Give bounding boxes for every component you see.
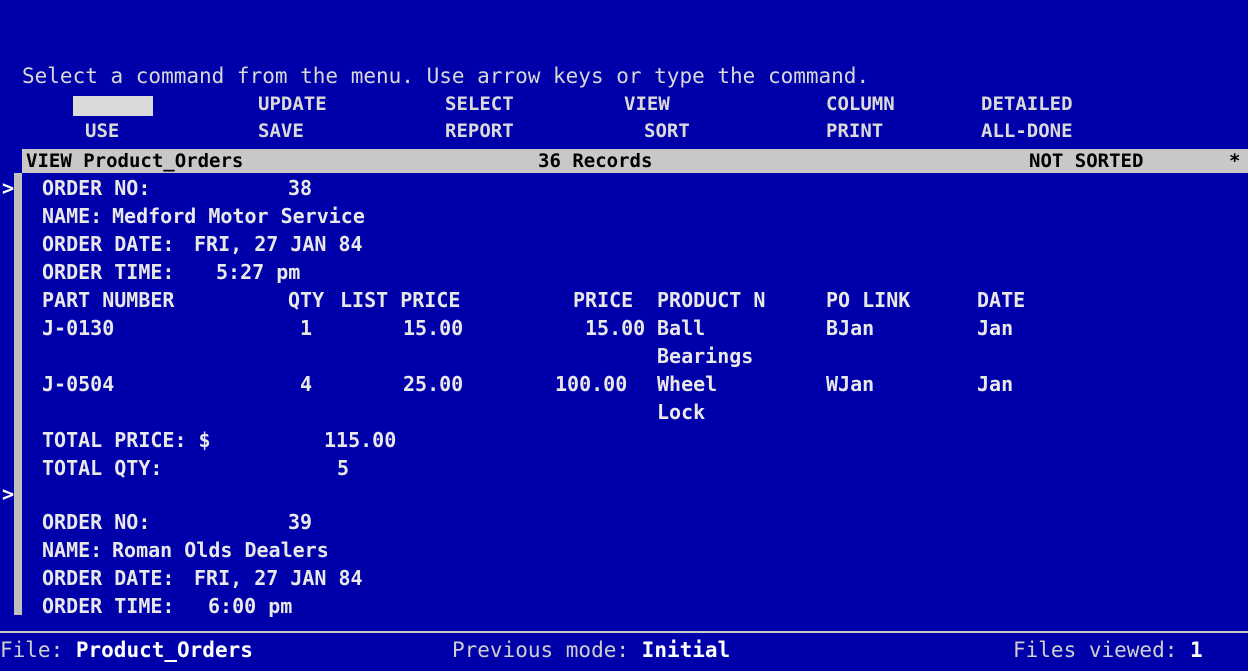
menu-column[interactable]: COLUMN [826,91,895,117]
record-pointer-icon: > [2,176,15,200]
view-name: VIEW Product_Orders [26,150,244,172]
menu-report[interactable]: REPORT [445,118,514,144]
footer-file-value: Product_Orders [75,638,253,662]
menu-save[interactable]: SAVE [258,118,304,144]
order-time-value: 5:27 pm [216,260,301,284]
line-list-price: 15.00 [403,316,464,340]
line-product-name: Ball [657,316,706,340]
order-time-label: ORDER TIME: [42,260,175,284]
line-price: 15.00 [585,316,646,340]
order-date-value: FRI, 27 JAN 84 [194,232,363,256]
line-qty: 4 [300,372,313,396]
line-product-name-cont: Bearings [657,344,754,368]
record-pointer-icon: > [2,482,15,506]
menu-all-done[interactable]: ALL-DONE [981,118,1073,144]
menu-item-selected[interactable] [73,96,153,116]
col-price: PRICE [573,288,634,312]
status-bar: VIEW Product_Orders 36 Records NOT SORTE… [22,149,1248,173]
name-label: NAME: [42,204,103,228]
total-qty-value: 5 [337,456,350,480]
footer-file: File: Product_Orders [0,637,253,663]
order-no-label: ORDER NO: [42,510,151,534]
footer-viewed-label: Files viewed: [1013,638,1178,662]
footer-mode: Previous mode: Initial [452,637,730,663]
order-date-label: ORDER DATE: [42,566,175,590]
footer-divider [0,631,1248,633]
modified-marker: * [1229,150,1241,172]
footer-mode-label: Previous mode: [452,638,630,662]
menu-detailed[interactable]: DETAILED [981,91,1073,117]
line-po-link: WJan [826,372,875,396]
order-time-value: 6:00 pm [208,594,293,618]
col-qty: QTY [288,288,325,312]
total-price-value: 115.00 [324,428,397,452]
sort-state: NOT SORTED [1029,150,1144,172]
col-date: DATE [977,288,1026,312]
line-po-link: BJan [826,316,875,340]
col-po-link: PO LINK [826,288,911,312]
line-part-number: J-0504 [42,372,115,396]
footer-viewed-value: 1 [1190,638,1203,662]
order-date-value: FRI, 27 JAN 84 [194,566,363,590]
col-product-name: PRODUCT N [657,288,766,312]
line-price: 100.00 [555,372,628,396]
line-product-name-cont: Lock [657,400,706,424]
menu-view[interactable]: VIEW [624,91,670,117]
line-part-number: J-0130 [42,316,115,340]
footer-viewed: Files viewed: 1 [1013,637,1203,663]
menu-use[interactable]: USE [85,118,119,144]
total-price-label: TOTAL PRICE: $ [42,428,211,452]
order-no-value: 38 [288,176,313,200]
line-date: Jan [977,316,1014,340]
order-date-label: ORDER DATE: [42,232,175,256]
footer-file-label: File: [0,638,64,662]
order-time-label: ORDER TIME: [42,594,175,618]
line-date: Jan [977,372,1014,396]
menu-sort[interactable]: SORT [644,118,690,144]
line-list-price: 25.00 [403,372,464,396]
footer-mode-value: Initial [641,638,731,662]
menu-print[interactable]: PRINT [826,118,883,144]
line-qty: 1 [300,316,313,340]
command-prompt: Select a command from the menu. Use arro… [22,64,870,88]
col-part-number: PART NUMBER [42,288,175,312]
name-label: NAME: [42,538,103,562]
record-count: 36 Records [538,150,653,172]
line-product-name: Wheel [657,372,718,396]
total-qty-label: TOTAL QTY: [42,456,163,480]
name-value: Medford Motor Service [112,204,365,228]
order-no-value: 39 [288,510,313,534]
menu-update[interactable]: UPDATE [258,91,327,117]
record-rail [14,173,22,615]
name-value: Roman Olds Dealers [112,538,329,562]
menu-select[interactable]: SELECT [445,91,514,117]
col-list-price: LIST PRICE [340,288,461,312]
order-no-label: ORDER NO: [42,176,151,200]
